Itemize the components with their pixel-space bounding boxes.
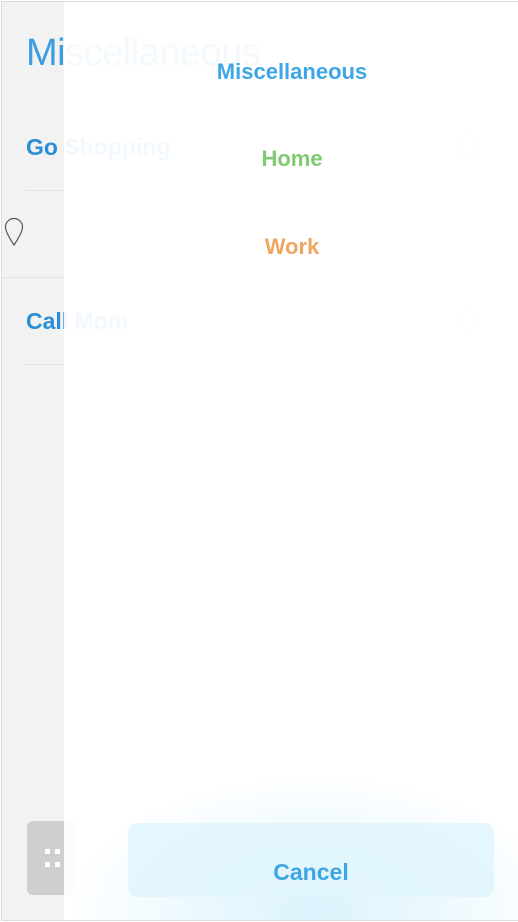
category-option-miscellaneous[interactable]: Miscellaneous [64, 59, 518, 85]
device-screen: Miscellaneous Go Shopping Call Mom Misce… [1, 1, 518, 921]
grid-dots-icon [45, 849, 60, 867]
category-option-home[interactable]: Home [64, 146, 518, 172]
category-picker-sheet: Miscellaneous Home Work Cancel [64, 2, 518, 920]
category-option-work[interactable]: Work [64, 234, 518, 260]
location-pin-icon [4, 217, 24, 247]
cancel-button-label: Cancel [273, 859, 349, 885]
cancel-button[interactable]: Cancel [128, 823, 494, 897]
